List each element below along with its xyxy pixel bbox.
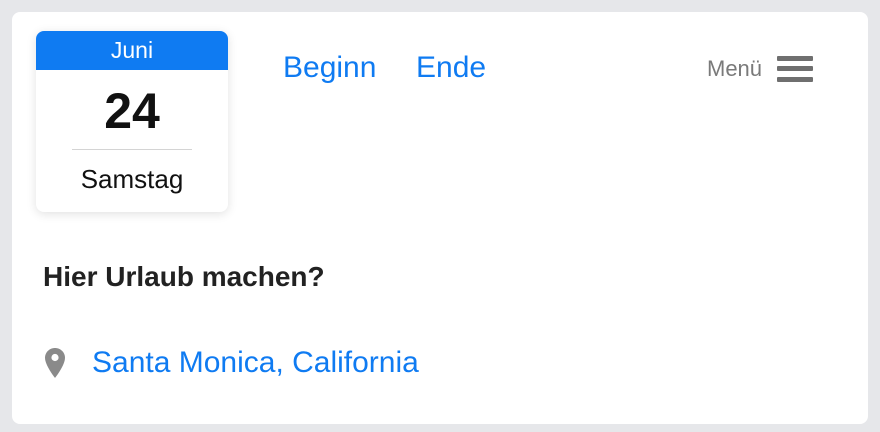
- menu-label: Menü: [707, 56, 763, 81]
- calendar-weekday: Samstag: [80, 164, 184, 194]
- location-link[interactable]: Santa Monica, California: [92, 345, 419, 381]
- date-tile: Juni 24 Samstag: [36, 31, 228, 212]
- calendar-divider: [72, 149, 192, 150]
- hamburger-line-bottom: [777, 77, 814, 82]
- hamburger-line-top: [777, 56, 814, 61]
- end-link[interactable]: Ende: [416, 50, 486, 86]
- calendar-month: Juni: [36, 31, 228, 70]
- begin-link[interactable]: Beginn: [283, 50, 376, 86]
- menu-button[interactable]: Menü: [707, 51, 814, 87]
- vacation-question: Hier Urlaub machen?: [43, 261, 325, 292]
- location-pin-icon: [45, 348, 65, 378]
- location-row: Santa Monica, California: [44, 345, 419, 381]
- calendar-day: 24: [104, 83, 160, 139]
- vacation-card: Juni 24 Samstag Beginn Ende Menü Hier Ur…: [12, 12, 868, 424]
- hamburger-line-middle: [777, 66, 814, 71]
- hamburger-icon: [777, 54, 814, 84]
